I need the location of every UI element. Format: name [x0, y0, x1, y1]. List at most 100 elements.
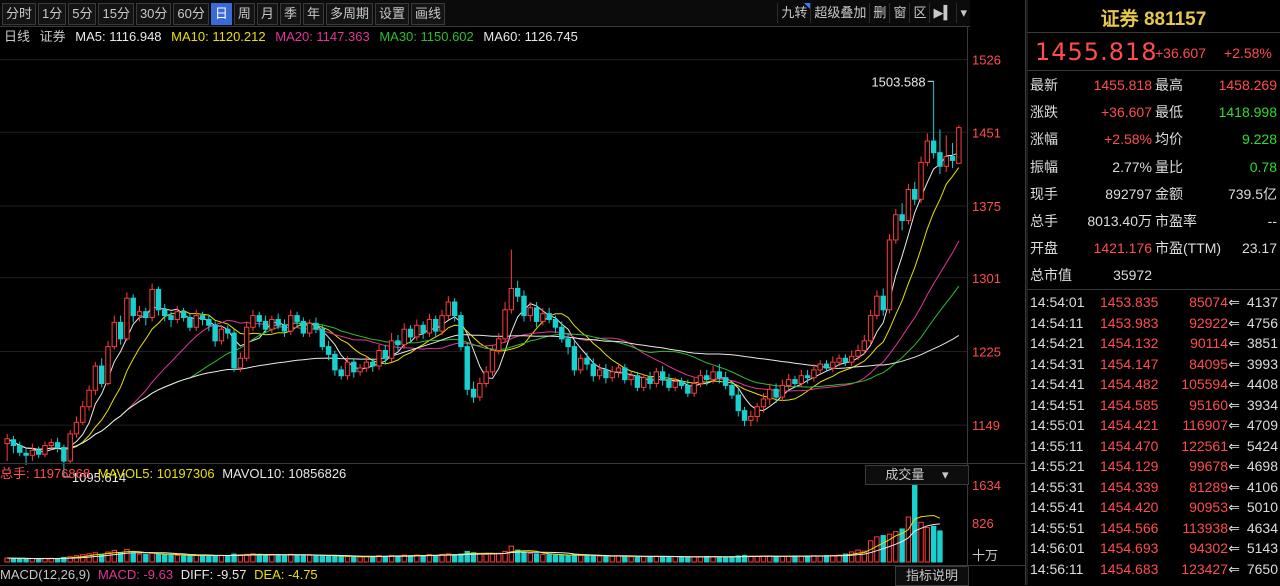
candle-body	[830, 361, 836, 369]
quote-label: 开盘	[1030, 240, 1058, 257]
volume-bar	[212, 555, 218, 563]
quote-value: 8013.40万	[1087, 213, 1152, 229]
tick-amount: 4698	[1246, 458, 1278, 474]
toolbar-right-tools: 九转 超级叠加 删 窗 区 ▶▍ ▾	[777, 3, 970, 23]
quote-label: 现手	[1030, 185, 1058, 202]
delete-button[interactable]: 删	[869, 3, 889, 23]
kline-chart[interactable]: 1526145113751301122511491503.5881095.614…	[0, 46, 1025, 585]
tab-10[interactable]: 年	[302, 3, 324, 25]
volume-bar	[162, 554, 168, 563]
candle-body	[678, 381, 685, 386]
diff-value: DIFF: -9.57	[180, 567, 247, 582]
quote-label: 涨跌	[1030, 104, 1058, 121]
quote-label: 最高	[1155, 77, 1183, 93]
volume-bar	[206, 555, 212, 563]
candle-body	[590, 363, 597, 377]
quote-value: 23.17	[1241, 240, 1277, 257]
tab-4[interactable]: 30分	[135, 3, 172, 25]
window-button[interactable]: 窗	[889, 3, 909, 23]
candle-body	[35, 449, 42, 455]
candle-body	[73, 421, 80, 435]
candle-body	[704, 375, 710, 381]
candle-body	[369, 361, 376, 367]
quote-row: 总手 8013.40万 市盈率 --	[1027, 208, 1280, 235]
quote-label: 振幅	[1030, 158, 1058, 175]
price-axis-label: 1149	[972, 418, 1000, 433]
super-overlay-button[interactable]: 超级叠加	[810, 3, 869, 23]
candle-body	[540, 313, 546, 322]
candle-body	[136, 311, 143, 317]
tab-3[interactable]: 15分	[98, 3, 134, 25]
candle-body	[388, 340, 395, 359]
candle-body	[748, 415, 754, 421]
candle-body	[199, 315, 206, 320]
indicator-select[interactable]: 成交量 ▾	[865, 465, 969, 485]
tab-5[interactable]: 60分	[173, 3, 209, 25]
arrow-left-icon: ⇐	[1228, 478, 1240, 495]
tab-1[interactable]: 1分	[38, 3, 67, 25]
volume-bar	[483, 553, 489, 563]
candle-body	[92, 365, 99, 391]
indicator-help-button[interactable]: 指标说明	[895, 566, 969, 586]
indicator-select-label: 成交量	[885, 467, 925, 482]
volume-bar	[369, 555, 376, 563]
tick-row: 14:54:31 1454.147 84095 ⇐ 3993	[1027, 354, 1280, 375]
quote-label: 量比	[1155, 158, 1183, 175]
candle-body	[451, 301, 458, 317]
candle-body	[496, 338, 502, 352]
candle-body	[10, 439, 17, 447]
tab-13[interactable]: 画线	[411, 3, 446, 25]
candle-body	[464, 346, 470, 390]
tab-8[interactable]: 月	[256, 3, 278, 25]
volume-bar	[729, 556, 735, 563]
tick-volume: 90114	[1190, 335, 1228, 351]
volume-bar	[433, 554, 439, 563]
tick-volume: 81289	[1189, 478, 1228, 495]
tick-time: 14:55:01	[1030, 417, 1085, 433]
quote-value: --	[1267, 213, 1277, 229]
candle-body	[332, 353, 338, 371]
nine-turn-button[interactable]: 九转	[777, 3, 811, 23]
volume-bar	[187, 555, 193, 563]
candle-body	[527, 307, 533, 317]
candle-body	[117, 321, 124, 340]
chevron-down-icon[interactable]: ▾	[956, 3, 970, 23]
arrow-right-bar-icon[interactable]: ▶▍	[929, 3, 956, 23]
tick-price: 1454.132	[1100, 335, 1159, 351]
tick-price: 1454.421	[1100, 417, 1159, 433]
volume-bar	[168, 554, 174, 563]
range-button[interactable]: 区	[909, 3, 929, 23]
volume-bar	[218, 554, 225, 563]
quote-value: 35972	[1113, 267, 1152, 284]
instrument-name: 证券	[39, 29, 66, 44]
tab-6[interactable]: 日	[210, 3, 232, 25]
price-axis-label: 1375	[972, 199, 1001, 214]
tab-7[interactable]: 周	[233, 3, 255, 25]
volume-bar	[641, 556, 647, 563]
tab-9[interactable]: 季	[279, 3, 301, 25]
volume-bar	[552, 554, 559, 563]
volume-bar	[792, 555, 798, 563]
candle-body	[628, 375, 634, 381]
tab-12[interactable]: 设置	[374, 3, 409, 25]
tick-amount: 4756	[1246, 314, 1278, 331]
candle-body	[823, 363, 830, 369]
tick-volume: 84095	[1189, 355, 1228, 372]
quote-value: 1421.176	[1093, 240, 1152, 257]
candle-body	[546, 313, 552, 320]
volume-bar	[647, 555, 653, 563]
tick-time: 14:55:11	[1030, 437, 1084, 454]
ma-legend: 日线 证券 MA5: 1116.948 MA10: 1120.212 MA20:…	[4, 28, 584, 46]
tab-2[interactable]: 5分	[68, 3, 97, 25]
tab-0[interactable]: 分时	[2, 3, 37, 25]
tick-amount: 4106	[1246, 478, 1278, 495]
volume-bar	[269, 554, 275, 563]
volume-bar	[912, 483, 918, 563]
volume-bar	[262, 554, 269, 563]
tab-11[interactable]: 多周期	[325, 3, 373, 25]
volume-bar	[855, 549, 861, 563]
candle-body	[458, 315, 464, 348]
price-axis-label: 1451	[972, 125, 1001, 140]
volume-bar	[111, 549, 118, 563]
volume-bar	[804, 555, 811, 563]
